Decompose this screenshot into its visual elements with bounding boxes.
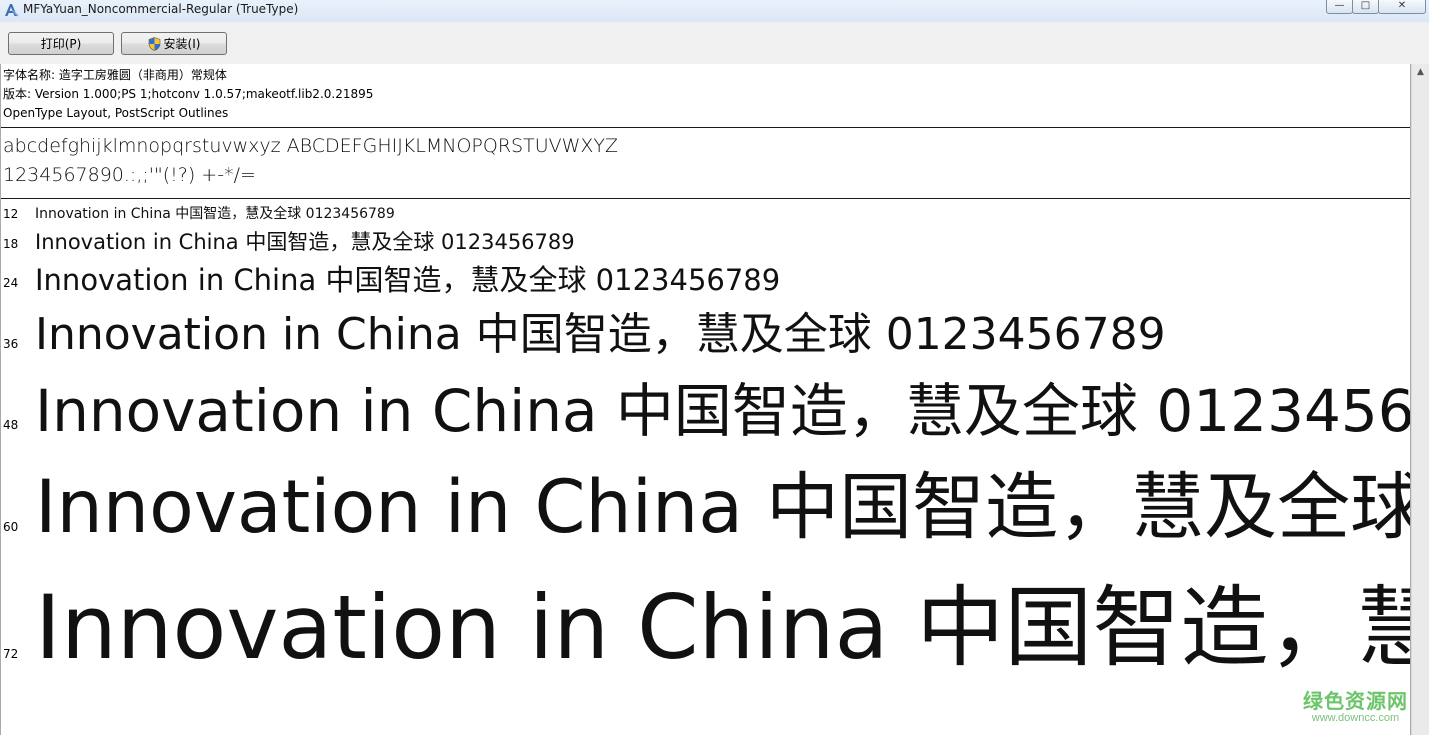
sample-row-24: 24 Innovation in China 中国智造，慧及全球 0123456… <box>1 260 1410 302</box>
print-button[interactable]: 打印(P) <box>8 32 114 55</box>
install-button-label: 安装(I) <box>163 37 201 51</box>
sample-row-36: 36 Innovation in China 中国智造，慧及全球 0123456… <box>1 306 1410 366</box>
scroll-up-arrow-icon[interactable]: ▲ <box>1412 64 1429 81</box>
sample-text: Innovation in China 中国智造，慧及全球 0123456789 <box>35 206 395 222</box>
charset-letters: abcdefghijklmnopqrstuvwxyz ABCDEFGHIJKLM… <box>3 135 619 157</box>
close-button[interactable]: ✕ <box>1378 0 1426 14</box>
sample-text: Innovation in China 中国智造，慧及全球 <box>35 465 1410 550</box>
sample-text: Innovation in China 中国智造，慧及全球 0123456789 <box>35 230 575 254</box>
minimize-button[interactable]: — <box>1326 0 1353 14</box>
sample-text: Innovation in China 中国智造，慧及全球 0123456789 <box>35 309 1166 360</box>
font-version-line: 版本: Version 1.000;PS 1;hotconv 1.0.57;ma… <box>3 87 374 101</box>
window-title: MFYaYuan_Noncommercial-Regular (TrueType… <box>23 2 299 16</box>
sample-row-18: 18 Innovation in China 中国智造，慧及全球 0123456… <box>1 228 1410 258</box>
sample-row-72: 72 Innovation in China 中国智造，慧 <box>1 569 1410 689</box>
font-name-line: 字体名称: 造字工房雅圆（非商用）常规体 <box>3 68 227 82</box>
vertical-scrollbar[interactable]: ▲ <box>1411 64 1429 735</box>
uac-shield-icon <box>148 36 160 51</box>
size-label: 60 <box>3 520 19 534</box>
sample-row-12: 12 Innovation in China 中国智造，慧及全球 0123456… <box>1 205 1410 225</box>
size-label: 48 <box>3 418 19 432</box>
sample-text: Innovation in China 中国智造，慧 <box>35 576 1410 679</box>
size-label: 12 <box>3 207 19 221</box>
separator <box>1 198 1410 199</box>
toolbar: 打印(P) 安装(I) <box>0 22 1429 65</box>
size-label: 36 <box>3 337 19 351</box>
charset-digits: 1234567890.:,;'"(!?) +-*/= <box>3 164 256 186</box>
font-type-line: OpenType Layout, PostScript Outlines <box>3 106 229 120</box>
size-label: 72 <box>3 647 19 661</box>
sample-row-48: 48 Innovation in China 中国智造，慧及全球 0123456… <box>1 370 1410 454</box>
size-label: 24 <box>3 276 19 290</box>
font-viewer-window: MFYaYuan_Noncommercial-Regular (TrueType… <box>0 0 1429 735</box>
maximize-button[interactable]: □ <box>1352 0 1379 14</box>
title-bar: MFYaYuan_Noncommercial-Regular (TrueType… <box>0 0 1429 23</box>
size-label: 18 <box>3 237 19 251</box>
font-preview-pane: 字体名称: 造字工房雅圆（非商用）常规体 版本: Version 1.000;P… <box>0 64 1411 735</box>
sample-text: Innovation in China 中国智造，慧及全球 01234567 <box>35 377 1410 445</box>
font-file-icon <box>5 4 19 17</box>
sample-row-60: 60 Innovation in China 中国智造，慧及全球 <box>1 458 1410 558</box>
install-button[interactable]: 安装(I) <box>121 32 227 55</box>
sample-text: Innovation in China 中国智造，慧及全球 0123456789 <box>35 263 781 297</box>
separator <box>1 127 1410 128</box>
print-button-label: 打印(P) <box>40 37 82 51</box>
